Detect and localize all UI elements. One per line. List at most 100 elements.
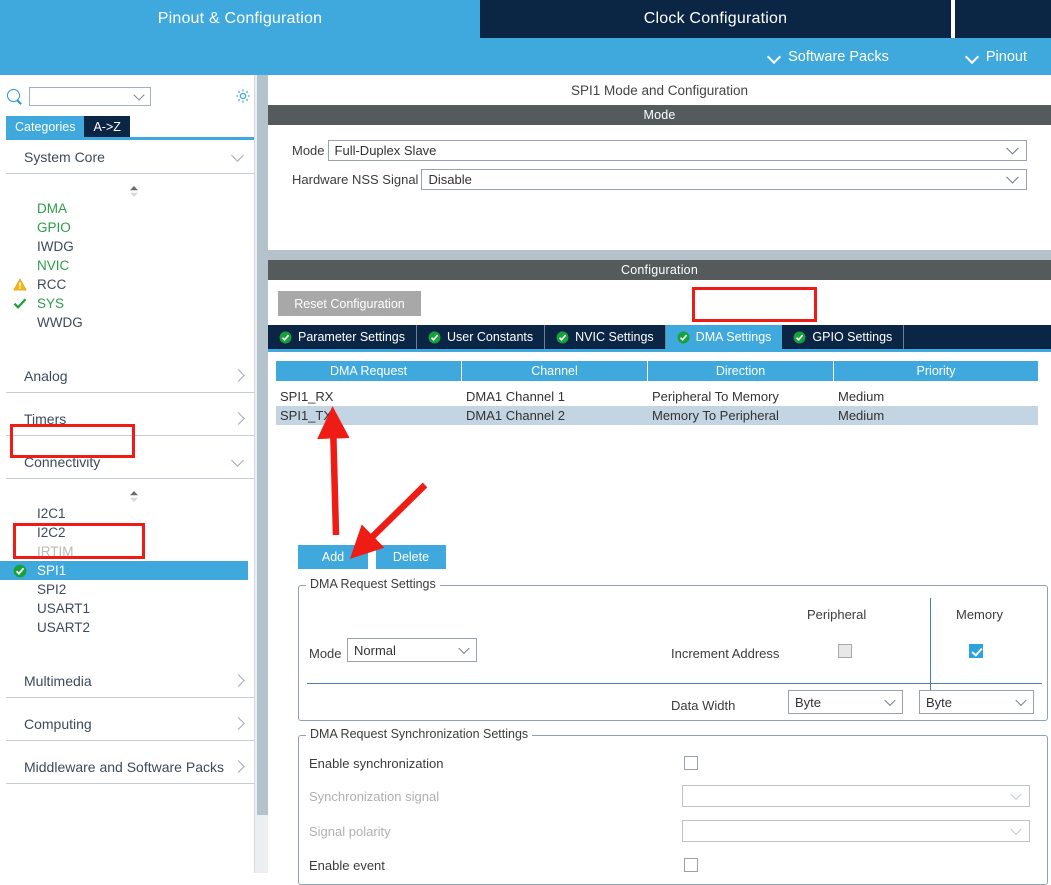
chevron-right-icon — [233, 370, 244, 381]
sidebar-item-usart2[interactable]: USART2 — [0, 618, 268, 637]
mode-select[interactable]: Full-Duplex Slave — [327, 139, 1027, 161]
dma-action-buttons: Add Delete — [298, 545, 446, 569]
table-row[interactable]: SPI1_TX DMA1 Channel 2 Memory To Periphe… — [276, 406, 1038, 425]
sidebar-item-iwdg[interactable]: IWDG — [0, 237, 268, 256]
chevron-down-icon — [1006, 141, 1019, 155]
sidebar-item-wwdg[interactable]: WWDG — [0, 313, 268, 332]
blank-icon — [13, 602, 27, 616]
increment-address-label: Increment Address — [671, 646, 780, 661]
software-packs-menu[interactable]: Software Packs — [769, 49, 889, 65]
sidebar-group-middleware[interactable]: Middleware and Software Packs — [6, 750, 254, 784]
enable-synchronization-checkbox[interactable] — [684, 756, 698, 770]
configuration-section-header: Configuration — [268, 260, 1051, 280]
tab-a-to-z[interactable]: A->Z — [84, 116, 130, 137]
sidebar-item-usart1[interactable]: USART1 — [0, 599, 268, 618]
tab-pinout-configuration[interactable]: Pinout & Configuration — [0, 0, 480, 38]
tab-dma-settings[interactable]: DMA Settings — [665, 325, 783, 349]
tab-categories[interactable]: Categories — [6, 116, 85, 137]
sidebar-item-spi1[interactable]: SPI1 — [0, 561, 248, 580]
check-circle-icon — [13, 564, 27, 578]
sidebar-group-multimedia[interactable]: Multimedia — [6, 664, 254, 698]
data-width-memory-select[interactable]: Byte — [919, 690, 1034, 714]
enable-event-checkbox[interactable] — [684, 858, 698, 872]
blank-icon — [13, 240, 27, 254]
sidebar-group-timers[interactable]: Timers — [6, 402, 254, 436]
sidebar-item-spi2[interactable]: SPI2 — [0, 580, 268, 599]
column-header-channel[interactable]: Channel — [462, 361, 648, 381]
synchronization-signal-select[interactable] — [682, 785, 1030, 807]
increment-address-peripheral-checkbox[interactable] — [838, 644, 852, 658]
dma-table-header: DMA Request Channel Direction Priority — [276, 361, 1038, 381]
sidebar-group-system-core[interactable]: System Core — [6, 140, 254, 174]
configuration-tab-bar: Parameter Settings User Constants NVIC S… — [268, 325, 1051, 349]
sidebar-item-i2c1[interactable]: I2C1 — [0, 504, 268, 523]
tab-clock-configuration[interactable]: Clock Configuration — [480, 0, 953, 38]
sidebar-item-irtim-label: IRTIM — [37, 544, 74, 559]
sidebar-group-connectivity[interactable]: Connectivity — [6, 445, 254, 479]
section-separator — [268, 250, 1051, 260]
search-input[interactable] — [29, 86, 151, 106]
blank-icon — [13, 316, 27, 330]
cell-priority: Medium — [838, 389, 885, 404]
sidebar-item-dma-label: DMA — [37, 201, 67, 216]
tab-categories-label: Categories — [15, 119, 76, 134]
reset-configuration-button[interactable]: Reset Configuration — [278, 291, 421, 316]
tab-parameter-settings[interactable]: Parameter Settings — [268, 325, 417, 349]
tab-gpio-settings-label: GPIO Settings — [812, 330, 893, 344]
blank-icon — [13, 545, 27, 559]
gear-icon[interactable] — [234, 87, 252, 105]
mode-section-header: Mode — [268, 105, 1051, 125]
data-width-memory-value: Byte — [926, 694, 953, 710]
tree-scroll-spinner-connectivity[interactable] — [0, 488, 268, 504]
sidebar-item-i2c2[interactable]: I2C2 — [0, 523, 268, 542]
increment-address-memory-checkbox[interactable] — [969, 644, 983, 658]
cell-channel: DMA1 Channel 1 — [466, 389, 565, 404]
add-button[interactable]: Add — [298, 545, 368, 569]
pinout-menu[interactable]: Pinout — [967, 49, 1027, 65]
column-header-priority[interactable]: Priority — [834, 361, 1038, 381]
sidebar-item-gpio[interactable]: GPIO — [0, 218, 268, 237]
chevron-down-icon — [233, 456, 244, 467]
data-width-peripheral-value: Byte — [795, 694, 822, 710]
column-header-direction[interactable]: Direction — [648, 361, 834, 381]
sidebar-group-analog[interactable]: Analog — [6, 359, 254, 393]
signal-polarity-select[interactable] — [682, 820, 1030, 842]
dma-request-settings-group: DMA Request Settings Peripheral Memory M… — [298, 577, 1048, 721]
tab-extra[interactable] — [953, 0, 1051, 38]
memory-column-header: Memory — [956, 607, 1003, 622]
dma-mode-select-value: Normal — [354, 642, 396, 658]
data-width-peripheral-select[interactable]: Byte — [788, 690, 903, 714]
tab-user-constants[interactable]: User Constants — [417, 325, 546, 349]
sidebar-scrollbar[interactable] — [254, 75, 268, 873]
delete-button[interactable]: Delete — [376, 545, 446, 569]
tab-parameter-settings-label: Parameter Settings — [298, 330, 405, 344]
sidebar-group-computing[interactable]: Computing — [6, 707, 254, 741]
sidebar-item-rcc[interactable]: RCC — [0, 275, 268, 294]
sidebar-item-sys-label: SYS — [37, 296, 65, 311]
software-packs-label: Software Packs — [788, 48, 889, 65]
chevron-right-icon — [233, 761, 244, 772]
column-header-dma-request[interactable]: DMA Request — [276, 361, 462, 381]
reset-configuration-label: Reset Configuration — [294, 296, 405, 311]
sidebar-item-sys[interactable]: SYS — [0, 294, 268, 313]
blank-icon — [13, 621, 27, 635]
dma-sync-settings-group: DMA Request Synchronization Settings Ena… — [298, 727, 1048, 885]
sidebar-scrollbar-thumb[interactable] — [257, 75, 268, 815]
tab-nvic-settings[interactable]: NVIC Settings — [545, 325, 666, 349]
sidebar-group-multimedia-label: Multimedia — [24, 672, 92, 689]
hardware-nss-select[interactable]: Disable — [421, 168, 1027, 190]
sidebar-item-nvic[interactable]: NVIC — [0, 256, 268, 275]
sidebar-group-system-core-label: System Core — [24, 148, 105, 165]
sidebar-item-iwdg-label: IWDG — [37, 239, 74, 254]
blank-icon — [13, 583, 27, 597]
sidebar-view-tabs: Categories A->Z — [6, 116, 268, 137]
sidebar-item-dma[interactable]: DMA — [0, 199, 268, 218]
dma-mode-select[interactable]: Normal — [347, 638, 477, 662]
tab-gpio-settings[interactable]: GPIO Settings — [782, 325, 905, 349]
sub-header-bar: Software Packs Pinout — [0, 38, 1051, 75]
sidebar-item-irtim[interactable]: IRTIM — [0, 542, 268, 561]
table-row[interactable]: SPI1_RX DMA1 Channel 1 Peripheral To Mem… — [276, 387, 1038, 406]
enable-event-label: Enable event — [309, 858, 385, 873]
check-circle-icon — [793, 331, 806, 344]
tree-scroll-spinner-top[interactable] — [0, 183, 268, 199]
